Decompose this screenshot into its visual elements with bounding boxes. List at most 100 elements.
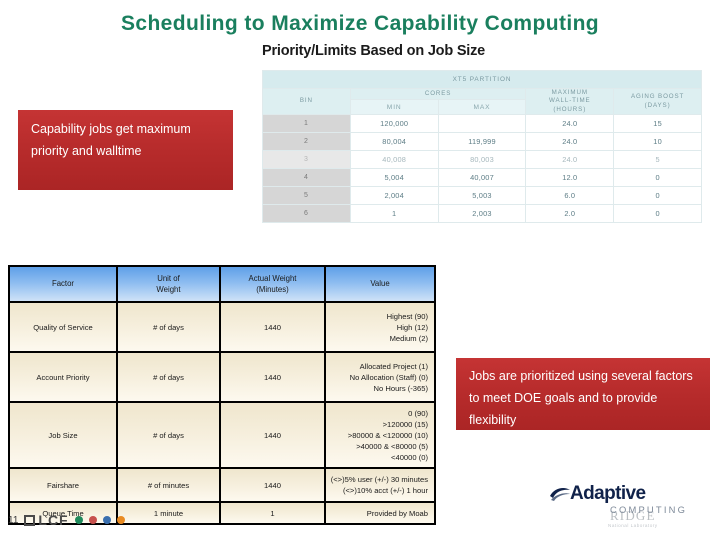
cell-aging-boost: 15	[613, 114, 702, 134]
column-header-unit-of-weight: Unit of Weight	[116, 265, 221, 303]
page-number: 11	[8, 514, 19, 526]
aging-boost-line-1: AGING BOOST	[630, 93, 685, 101]
column-header-min: MIN	[349, 99, 439, 116]
table-row: 4 5,004 40,007 12.0 0	[262, 168, 702, 188]
cell-unit-of-weight: 1 minute	[116, 501, 221, 525]
cell-actual-weight: 1440	[219, 467, 326, 503]
table-row: Job Size # of days 1440 0 (90) >120000 (15) >…	[8, 401, 436, 469]
cell-cores-min: 120,000	[349, 114, 439, 134]
cell-cores-min: 80,004	[349, 132, 439, 152]
cell-unit-of-weight: # of days	[116, 351, 221, 403]
xt5-table-body: 1 120,000 24.0 15 2 80,004 119,999 24.0 10 3 40,00…	[262, 114, 702, 224]
cell-walltime: 24.0	[525, 150, 615, 170]
cell-factor: Fairshare	[8, 467, 118, 503]
cell-value: Highest (90) High (12) Medium (2)	[324, 301, 436, 353]
column-header-actual-weight: Actual Weight (Minutes)	[219, 265, 326, 303]
factors-header-row: Factor Unit of Weight Actual Weight (Min…	[8, 265, 436, 303]
cell-walltime: 6.0	[525, 186, 615, 206]
cell-cores-max: 80,003	[437, 150, 527, 170]
column-header-cores: CORES	[349, 87, 527, 101]
column-header-value: Value	[324, 265, 436, 303]
table-header-row-groups: BIN CORES MAXIMUM WALL-TIME (HOURS) AGIN…	[262, 87, 702, 116]
column-header-max: MAX	[437, 99, 527, 116]
table-row: 2 80,004 119,999 24.0 10	[262, 132, 702, 152]
cell-unit-of-weight: # of days	[116, 301, 221, 353]
olcf-logo-text: LCF	[38, 512, 69, 528]
column-header-factor: Factor	[8, 265, 118, 303]
cell-walltime: 24.0	[525, 132, 615, 152]
callout-capability-jobs: Capability jobs get maximum priority and…	[18, 110, 233, 190]
adaptive-computing-logo: Adaptive COMPUTING	[548, 484, 687, 515]
olcf-dot-orange	[116, 516, 125, 524]
cell-bin: 1	[262, 114, 351, 134]
cell-cores-min: 5,004	[349, 168, 439, 188]
walltime-line-2: WALL-TIME	[549, 97, 591, 105]
priority-factors-table: Factor Unit of Weight Actual Weight (Min…	[8, 265, 436, 525]
cell-actual-weight: 1440	[219, 351, 326, 403]
cell-factor: Job Size	[8, 401, 118, 469]
xt5-partition-table: XT5 PARTITION BIN CORES MAXIMUM WALL-TIM…	[262, 70, 702, 224]
cell-value: 0 (90) >120000 (15) >80000 & <120000 (10) >…	[324, 401, 436, 469]
cell-cores-max: 40,007	[437, 168, 527, 188]
cell-cores-min: 2,004	[349, 186, 439, 206]
walltime-line-1: MAXIMUM	[551, 89, 588, 96]
footer-left: 11 LCF	[8, 512, 125, 528]
aging-boost-line-2: (DAYS)	[644, 101, 671, 109]
olcf-dot-red	[88, 516, 97, 524]
priority-limits-title: Priority/Limits Based on Job Size	[262, 43, 486, 59]
xt5-partition-header: XT5 PARTITION	[262, 70, 702, 89]
table-header-row-partition: XT5 PARTITION	[262, 70, 702, 89]
cell-bin: 6	[262, 204, 351, 224]
cell-cores-max: 2,003	[437, 204, 527, 224]
cell-factor: Account Priority	[8, 351, 118, 403]
column-header-bin: BIN	[262, 87, 351, 116]
table-row: Quality of Service # of days 1440 Highest (…	[8, 301, 436, 353]
weight-line-2: (Minutes)	[256, 285, 289, 294]
cell-bin: 4	[262, 168, 351, 188]
priority-limits-panel: Priority/Limits Based on Job Size XT5 PA…	[240, 40, 720, 260]
cell-walltime: 12.0	[525, 168, 615, 188]
cell-value: Provided by Moab	[324, 501, 436, 525]
column-header-walltime: MAXIMUM WALL-TIME (HOURS)	[525, 87, 615, 116]
walltime-line-3: (HOURS)	[553, 105, 587, 113]
table-row: 1 120,000 24.0 15	[262, 114, 702, 134]
olcf-logo: LCF	[24, 512, 125, 528]
footer-logos: RIDGE National Laboratory Adaptive COMPU…	[548, 484, 720, 538]
weight-line-1: Actual Weight	[248, 273, 297, 283]
table-row: 5 2,004 5,003 6.0 0	[262, 186, 702, 206]
cell-bin: 2	[262, 132, 351, 152]
cell-walltime: 2.0	[525, 204, 615, 224]
cell-bin: 3	[262, 150, 351, 170]
cell-actual-weight: 1440	[219, 401, 326, 469]
page-title: Scheduling to Maximize Capability Comput…	[120, 12, 600, 35]
unit-line-1: Unit of	[157, 273, 180, 283]
factors-table-body: Quality of Service # of days 1440 Highest (…	[8, 301, 436, 525]
callout-prioritization: Jobs are prioritized using several facto…	[456, 358, 710, 430]
cell-factor: Quality of Service	[8, 301, 118, 353]
cell-unit-of-weight: # of minutes	[116, 467, 221, 503]
cell-aging-boost: 0	[613, 204, 702, 224]
cell-cores-max	[437, 114, 527, 134]
adaptive-swoosh-icon	[550, 488, 570, 501]
column-header-aging-boost: AGING BOOST (DAYS)	[613, 87, 702, 116]
cell-cores-min: 1	[349, 204, 439, 224]
cell-value: Allocated Project (1) No Allocation (Staf…	[324, 351, 436, 403]
cell-actual-weight: 1440	[219, 301, 326, 353]
olcf-dot-blue	[102, 516, 111, 524]
cell-aging-boost: 0	[613, 168, 702, 188]
table-row: 6 1 2,003 2.0 0	[262, 204, 702, 224]
cell-cores-min: 40,008	[349, 150, 439, 170]
table-row: 3 40,008 80,003 24.0 5	[262, 150, 702, 170]
table-row: Fairshare # of minutes 1440 (<>)5% user (+/…	[8, 467, 436, 503]
olcf-square-icon	[24, 514, 36, 526]
cell-value: (<>)5% user (+/-) 30 minutes (<>)10% acct…	[324, 467, 436, 503]
cell-aging-boost: 10	[613, 132, 702, 152]
cell-unit-of-weight: # of days	[116, 401, 221, 469]
cell-walltime: 24.0	[525, 114, 615, 134]
ornl-subtitle-text: National Laboratory	[608, 523, 658, 528]
cell-actual-weight: 1	[219, 501, 326, 525]
table-row: Account Priority # of days 1440 Allocated P…	[8, 351, 436, 403]
cell-aging-boost: 0	[613, 186, 702, 206]
cell-cores-max: 5,003	[437, 186, 527, 206]
unit-line-2: Weight	[156, 285, 181, 294]
